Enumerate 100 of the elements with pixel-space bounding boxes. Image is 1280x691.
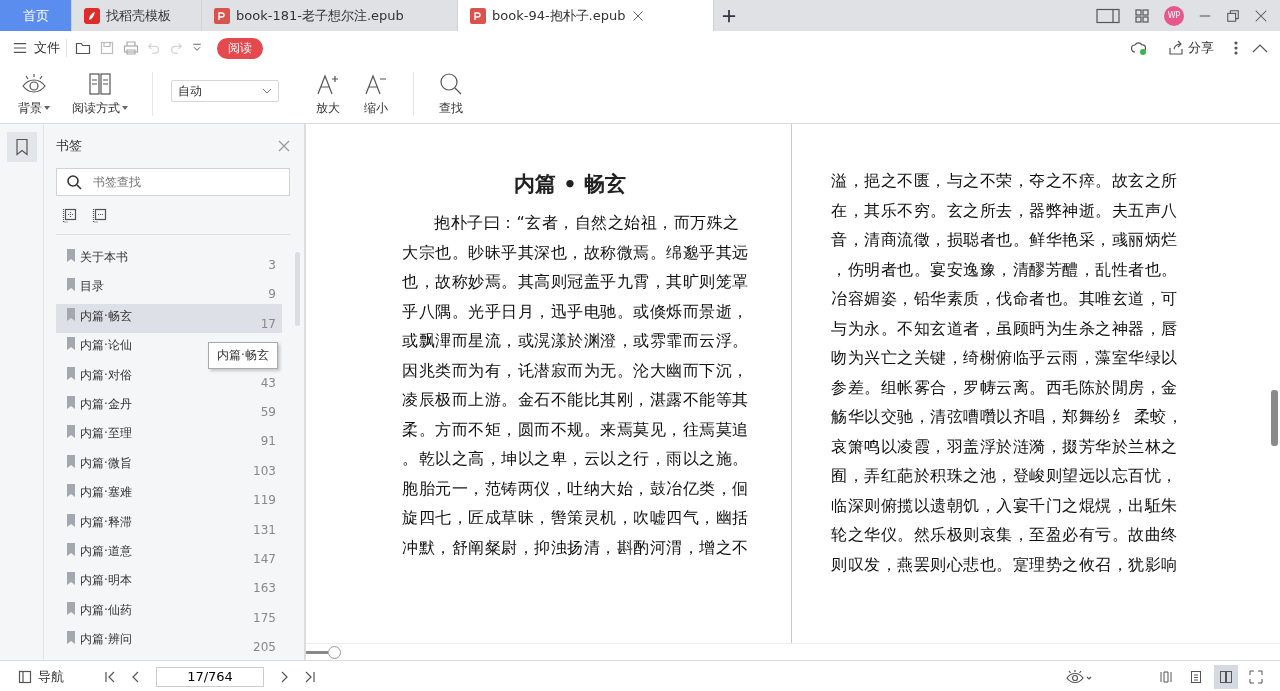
bookmark-item[interactable]: 关于本书 [80,249,128,266]
columns-icon [1158,668,1174,685]
text-line: 旋四七，匠成草昧，辔策灵机，吹嘘四气，幽括 [402,507,750,529]
cloud-sync-icon[interactable] [1130,40,1148,56]
eye-icon[interactable] [21,71,47,96]
tab[interactable]: 找稻壳模板 [72,0,202,31]
text-line: 冲默，舒阐粲尉，抑浊扬清，斟酌河渭，增之不 [402,536,750,559]
search-icon[interactable] [438,71,464,96]
fullscreen-icon [1248,668,1264,685]
page-number: 17 [260,316,276,331]
plus-icon[interactable] [722,8,736,23]
folder-icon[interactable] [75,40,91,56]
text-line: 参差。组帐雾合，罗帱云离。西毛陈於閒房，金 [831,376,1179,399]
scroll-handle[interactable] [328,645,341,659]
text-line: 临深则俯揽以遗朝饥，入宴千门之焜熀，出駈朱 [831,494,1179,517]
bookmark-item[interactable]: 内篇·微旨 [80,454,132,472]
dropdown-icon[interactable] [191,42,203,54]
text-line: 也，故称妙焉。其高则冠盖乎九霄，其旷则笼罩 [402,271,750,293]
tab[interactable]: book-181-老子想尔注.epub [202,0,458,31]
tab[interactable]: book-94-抱朴子.epub [458,0,714,31]
bookmark-item[interactable]: 内篇·塞难 [80,484,132,502]
read-button[interactable]: 阅读 [217,37,263,59]
bookmark-item[interactable]: 内篇·道意 [80,542,132,560]
file-menu[interactable]: 文件 [12,39,67,57]
more-icon[interactable] [1234,41,1238,55]
restore-icon[interactable] [1226,8,1240,23]
text-line: 音，清商流徵，损聪者也。鲜华艳采，彧丽炳烂 [831,229,1179,251]
page-number-field[interactable]: 17/764 [156,666,264,687]
page-icon [1188,668,1204,685]
scrollbar[interactable] [1271,390,1278,446]
zoom-out-button[interactable]: 缩小 [357,69,395,119]
bookmark-panel-button[interactable] [6,132,37,162]
zoom-in-button[interactable]: 放大 [309,69,347,119]
text-line: 囿，弄红葩於积珠之池，登峻则望远以忘百忧， [831,465,1179,487]
bookmark-item[interactable]: 内篇·辨问 [80,631,132,649]
tooltip: 内篇·畅玄 [208,342,278,369]
page-number: 119 [253,493,276,508]
search-icon[interactable] [66,174,82,190]
collapse-icon[interactable] [1252,43,1268,53]
text-line: 柔。方而不矩，圆而不规。来焉莫见，往焉莫追 [402,418,750,441]
read-mode-button[interactable]: 阅读方式 [66,69,134,119]
find-button[interactable]: 查找 [432,69,470,119]
bookmark-item[interactable]: 内篇·对俗 [80,366,132,384]
bookmark-icon [66,572,76,586]
text-line: 轮之华仪。然乐极则哀集，至盈必有亏。故曲终 [831,524,1179,546]
text-line: 哀箫鸣以凌霞，羽盖浮於涟漪，掇芳华於兰林之 [831,435,1179,458]
close-icon[interactable] [1254,8,1268,23]
collapse-all-icon[interactable] [92,207,108,223]
sidebar-icon[interactable] [18,669,32,684]
menu-icon[interactable] [12,41,28,55]
document-icon [470,7,486,24]
bookmark-item[interactable]: 内篇·仙药 [80,601,132,619]
page-number: 175 [253,610,276,625]
document-icon [214,7,230,24]
expand-all-icon[interactable] [62,207,78,223]
page-number: 103 [253,463,276,478]
bookmark-icon[interactable] [13,138,30,156]
bookmark-item[interactable]: 内篇·至理 [80,425,132,443]
navigation-button[interactable]: 导航 [12,666,70,687]
two-page-icon [1218,668,1234,685]
bookmark-icon [66,601,76,615]
text-line: 凌辰极而上游。金石不能比其刚，湛露不能等其 [402,389,750,411]
zoom-select[interactable]: 自动 [171,80,279,102]
text-line: 与为永。不知玄道者，虽顾眄为生杀之神器，唇 [831,317,1179,340]
background-button[interactable]: 背景 [12,69,56,119]
grid-icon[interactable] [1134,7,1150,24]
bookmark-icon [66,631,76,645]
close-icon[interactable] [278,140,290,152]
page-number: 147 [253,551,276,566]
page-number: 59 [260,404,276,419]
text-line: 乎八隅。光乎日月，迅乎电驰。或倏烁而景逝， [402,300,750,323]
first-page-icon[interactable] [104,670,116,683]
bookmark-item[interactable]: 内篇·畅玄 [80,307,132,325]
view-mode-button[interactable] [1214,664,1238,689]
scrollbar[interactable] [295,252,300,326]
bookmark-icon [66,454,76,468]
bookmark-item[interactable]: 内篇·明本 [80,572,132,590]
bookmark-item[interactable]: 内篇·金丹 [80,395,132,413]
bookmark-item[interactable]: 内篇·论仙 [80,337,132,355]
page-number: 131 [253,522,276,537]
search-field[interactable]: 书签查找 [56,168,290,196]
text-line: 吻为兴亡之关键，绮榭俯临乎云雨，藻室华绿以 [831,347,1179,369]
eye-icon[interactable] [1066,668,1092,685]
bookmark-icon [66,484,76,498]
book-icon[interactable] [87,71,113,96]
chevron-down-icon [262,88,272,94]
bookmark-icon [66,513,76,527]
text-line: 溢，挹之不匮，与之不荣，夺之不瘁。故玄之所 [831,170,1179,192]
bookmark-item[interactable]: 目录 [80,278,104,296]
text-line: 大宗也。眇昧乎其深也，故称微焉。绵邈乎其远 [402,241,750,264]
page-number: 91 [260,434,276,449]
last-page-icon[interactable] [304,670,316,683]
share-button[interactable]: 分享 [1162,38,1220,58]
text-line: 。乾以之高，坤以之卑，云以之行，雨以之施。 [402,448,750,470]
bookmark-item[interactable]: 内篇·释滞 [80,513,132,531]
share-icon[interactable] [1168,40,1184,56]
close-icon[interactable] [631,9,644,22]
caret-icon [122,106,128,110]
caret-icon [44,106,50,110]
text-line: 则叹发，燕罢则心悲也。寔理势之攸召，犹影响 [831,553,1179,576]
